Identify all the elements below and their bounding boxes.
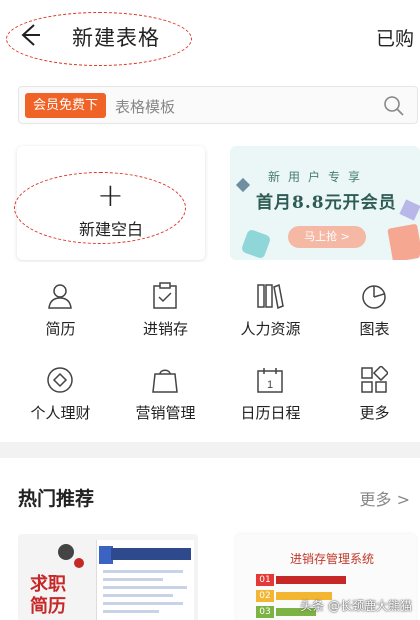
text-line: [103, 570, 183, 573]
category-marketing[interactable]: 营销管理: [113, 346, 218, 426]
svg-text:1: 1: [267, 379, 273, 391]
template-heading: 求职 简历: [30, 574, 66, 617]
row-number: 03: [256, 606, 274, 618]
vip-promo-banner[interactable]: 新用户专享 首月8.8元开会员 马上抢 >: [230, 146, 420, 260]
vip-free-badge[interactable]: 会员免费下: [25, 93, 107, 118]
category-label: 日历日程: [240, 404, 301, 422]
category-label: 更多: [359, 404, 390, 422]
category-calendar[interactable]: 1 日历日程: [218, 346, 323, 426]
text-line: [103, 602, 183, 605]
template-card-resume[interactable]: 求职 简历: [18, 534, 198, 620]
clipboard-check-icon: [153, 282, 177, 309]
shopping-bag-icon: [152, 369, 178, 393]
category-finance[interactable]: 个人理财: [8, 346, 113, 426]
text-line: [103, 586, 187, 589]
apps-grid-icon: [361, 366, 388, 393]
top-bar: 新建表格 已购: [0, 0, 420, 70]
person-icon: [48, 284, 72, 309]
more-link[interactable]: 更多 >: [360, 486, 411, 510]
sparkle-icon: [235, 177, 251, 193]
category-inventory[interactable]: 进销存: [113, 262, 218, 342]
search-section: 会员免费下 表格模板: [0, 70, 420, 138]
category-label: 进销存: [142, 320, 188, 338]
hot-recommendations: 热门推荐 更多 > 求职 简历 进销存管理系统 01 02 03 头条 @长颈鹿…: [0, 458, 420, 620]
category-label: 简历: [45, 320, 76, 338]
cube-icon: [399, 199, 420, 221]
category-hr[interactable]: 人力资源: [218, 262, 323, 342]
header-bar: [111, 548, 191, 560]
resume-preview: [96, 540, 194, 620]
row-number: 01: [256, 574, 274, 586]
search-placeholder: 表格模板: [115, 98, 176, 116]
category-chart[interactable]: 图表: [322, 262, 420, 342]
coin-icon: [47, 367, 73, 393]
category-label: 图表: [359, 320, 390, 338]
pie-chart-icon: [362, 285, 386, 309]
watermark-text: 头条 @长颈鹿大熊猫: [300, 599, 412, 613]
text-line: [103, 610, 159, 613]
promo-grab-button[interactable]: 马上抢 >: [288, 226, 366, 248]
category-grid: 简历 进销存 人力资源 图表 个人理财 营销管理 1 日历日程 更多: [0, 262, 420, 442]
row-bar: [276, 576, 346, 584]
category-label: 个人理财: [30, 404, 91, 422]
annotation-ellipse-new-blank: [14, 172, 186, 244]
create-cards: + 新建空白 新用户专享 首月8.8元开会员 马上抢 >: [0, 138, 420, 262]
books-icon: [257, 283, 284, 310]
promo-headline: 首月8.8元开会员: [256, 193, 397, 213]
search-icon[interactable]: [383, 95, 405, 117]
document-icon: [387, 223, 420, 260]
leaf-icon: [240, 228, 272, 260]
annotation-ellipse-title: [6, 12, 192, 66]
decor-circle: [58, 544, 74, 560]
search-bar[interactable]: 会员免费下 表格模板: [18, 86, 418, 124]
calendar-icon: 1: [257, 368, 283, 393]
text-line: [103, 594, 173, 597]
text-line: [103, 578, 163, 581]
category-resume[interactable]: 简历: [8, 262, 113, 342]
category-more[interactable]: 更多: [322, 346, 420, 426]
row-number: 02: [256, 590, 274, 602]
category-label: 人力资源: [240, 320, 301, 338]
section-title: 热门推荐: [18, 488, 95, 510]
template-heading: 进销存管理系统: [290, 552, 375, 566]
promo-subtitle: 新用户专享: [268, 170, 369, 184]
category-label: 营销管理: [135, 404, 196, 422]
purchased-link[interactable]: 已购: [376, 24, 414, 51]
decor-circle: [74, 558, 84, 568]
